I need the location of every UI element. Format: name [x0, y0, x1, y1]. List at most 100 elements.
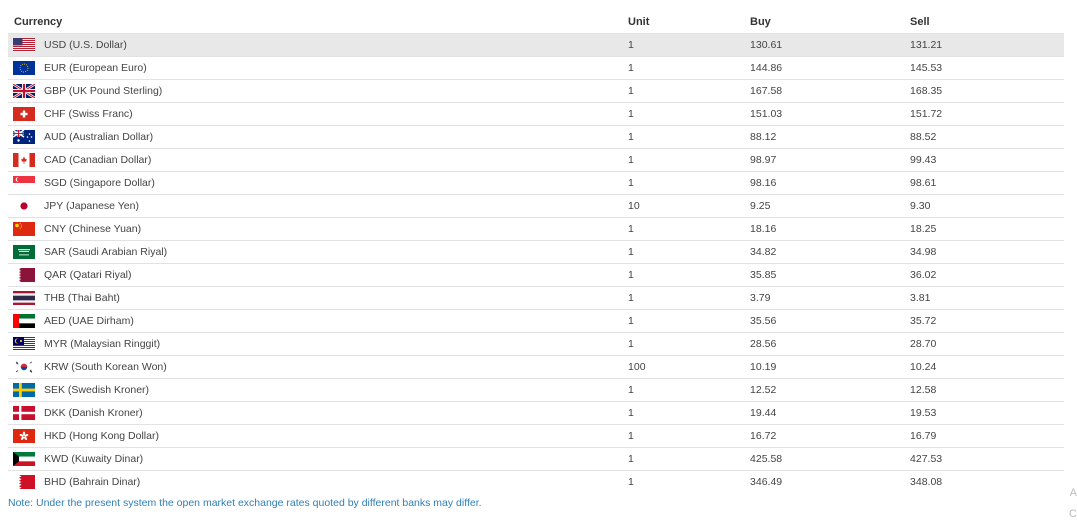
qa-flag-icon — [13, 268, 35, 282]
buy-cell: 98.97 — [750, 148, 911, 172]
buy-cell: 12.52 — [750, 378, 911, 402]
ch-flag-icon — [13, 107, 35, 121]
sell-cell: 98.61 — [910, 171, 1065, 195]
buy-cell: 18.16 — [750, 217, 911, 241]
unit-cell: 10 — [628, 194, 751, 218]
currency-cell: CHF (Swiss Franc) — [44, 102, 629, 126]
unit-cell: 1 — [628, 447, 751, 471]
sell-cell: 145.53 — [910, 56, 1065, 80]
sell-cell: 3.81 — [910, 286, 1065, 310]
flag-cell — [8, 286, 44, 310]
sell-cell: 427.53 — [910, 447, 1065, 471]
flag-cell — [8, 194, 44, 218]
hk-flag-icon — [13, 429, 35, 443]
table-row: MYR (Malaysian Ringgit) 1 28.56 28.70 — [8, 332, 1065, 356]
us-flag-icon — [13, 38, 35, 52]
currency-cell: USD (U.S. Dollar) — [44, 33, 629, 57]
flag-cell — [8, 378, 44, 402]
sell-cell: 151.72 — [910, 102, 1065, 126]
sell-cell: 88.52 — [910, 125, 1065, 149]
unit-cell: 1 — [628, 309, 751, 333]
gb-flag-icon — [13, 84, 35, 98]
table-row: AED (UAE Dirham) 1 35.56 35.72 — [8, 309, 1065, 333]
currency-cell: DKK (Danish Kroner) — [44, 401, 629, 425]
sell-cell: 131.21 — [910, 33, 1065, 57]
currency-cell: THB (Thai Baht) — [44, 286, 629, 310]
sell-cell: 34.98 — [910, 240, 1065, 264]
unit-cell: 100 — [628, 355, 751, 379]
currency-cell: SEK (Swedish Kroner) — [44, 378, 629, 402]
header-currency: Currency — [14, 15, 63, 28]
sell-cell: 12.58 — [910, 378, 1065, 402]
flag-cell — [8, 217, 44, 241]
sell-cell: 35.72 — [910, 309, 1065, 333]
buy-cell: 98.16 — [750, 171, 911, 195]
flag-cell — [8, 33, 44, 57]
table-row: QAR (Qatari Riyal) 1 35.85 36.02 — [8, 263, 1065, 287]
currency-cell: SGD (Singapore Dollar) — [44, 171, 629, 195]
unit-cell: 1 — [628, 424, 751, 448]
sell-cell: 348.08 — [910, 470, 1065, 493]
kr-flag-icon — [13, 360, 35, 374]
sell-cell: 10.24 — [910, 355, 1065, 379]
unit-cell: 1 — [628, 263, 751, 287]
unit-cell: 1 — [628, 33, 751, 57]
buy-cell: 35.85 — [750, 263, 911, 287]
buy-cell: 35.56 — [750, 309, 911, 333]
ae-flag-icon — [13, 314, 35, 328]
unit-cell: 1 — [628, 240, 751, 264]
flag-cell — [8, 309, 44, 333]
buy-cell: 3.79 — [750, 286, 911, 310]
table-row: CNY (Chinese Yuan) 1 18.16 18.25 — [8, 217, 1065, 241]
currency-cell: AED (UAE Dirham) — [44, 309, 629, 333]
cn-flag-icon — [13, 222, 35, 236]
currency-cell: BHD (Bahrain Dinar) — [44, 470, 629, 493]
header-buy: Buy — [750, 15, 771, 28]
au-flag-icon — [13, 130, 35, 144]
table-row: HKD (Hong Kong Dollar) 1 16.72 16.79 — [8, 424, 1065, 448]
flag-cell — [8, 171, 44, 195]
edge-glyph-top: A — [1069, 487, 1077, 499]
table-row: SEK (Swedish Kroner) 1 12.52 12.58 — [8, 378, 1065, 402]
sell-cell: 28.70 — [910, 332, 1065, 356]
buy-cell: 144.86 — [750, 56, 911, 80]
exchange-rate-table: Currency Unit Buy Sell USD (U.S. Dollar)… — [8, 10, 1065, 493]
sell-cell: 9.30 — [910, 194, 1065, 218]
currency-cell: SAR (Saudi Arabian Riyal) — [44, 240, 629, 264]
sell-cell: 18.25 — [910, 217, 1065, 241]
sell-cell: 168.35 — [910, 79, 1065, 103]
flag-cell — [8, 240, 44, 264]
table-row: THB (Thai Baht) 1 3.79 3.81 — [8, 286, 1065, 310]
sa-flag-icon — [13, 245, 35, 259]
table-row: DKK (Danish Kroner) 1 19.44 19.53 — [8, 401, 1065, 425]
flag-cell — [8, 355, 44, 379]
currency-cell: KRW (South Korean Won) — [44, 355, 629, 379]
table-row: CAD (Canadian Dollar) 1 98.97 99.43 — [8, 148, 1065, 172]
buy-cell: 130.61 — [750, 33, 911, 57]
buy-cell: 10.19 — [750, 355, 911, 379]
buy-cell: 425.58 — [750, 447, 911, 471]
unit-cell: 1 — [628, 470, 751, 493]
header-sell: Sell — [910, 15, 930, 28]
kw-flag-icon — [13, 452, 35, 466]
table-row: SAR (Saudi Arabian Riyal) 1 34.82 34.98 — [8, 240, 1065, 264]
flag-cell — [8, 447, 44, 471]
table-row: JPY (Japanese Yen) 10 9.25 9.30 — [8, 194, 1065, 218]
flag-cell — [8, 102, 44, 126]
jp-flag-icon — [13, 199, 35, 213]
table-row: BHD (Bahrain Dinar) 1 346.49 348.08 — [8, 470, 1065, 493]
exchange-rate-table-container: Currency Unit Buy Sell USD (U.S. Dollar)… — [8, 10, 1065, 493]
buy-cell: 28.56 — [750, 332, 911, 356]
buy-cell: 9.25 — [750, 194, 911, 218]
table-row: AUD (Australian Dollar) 1 88.12 88.52 — [8, 125, 1065, 149]
flag-cell — [8, 56, 44, 80]
unit-cell: 1 — [628, 56, 751, 80]
currency-cell: GBP (UK Pound Sterling) — [44, 79, 629, 103]
edge-glyph-bottom: C — [1069, 508, 1077, 520]
se-flag-icon — [13, 383, 35, 397]
flag-cell — [8, 148, 44, 172]
flag-cell — [8, 424, 44, 448]
bh-flag-icon — [13, 475, 35, 489]
buy-cell: 151.03 — [750, 102, 911, 126]
dk-flag-icon — [13, 406, 35, 420]
